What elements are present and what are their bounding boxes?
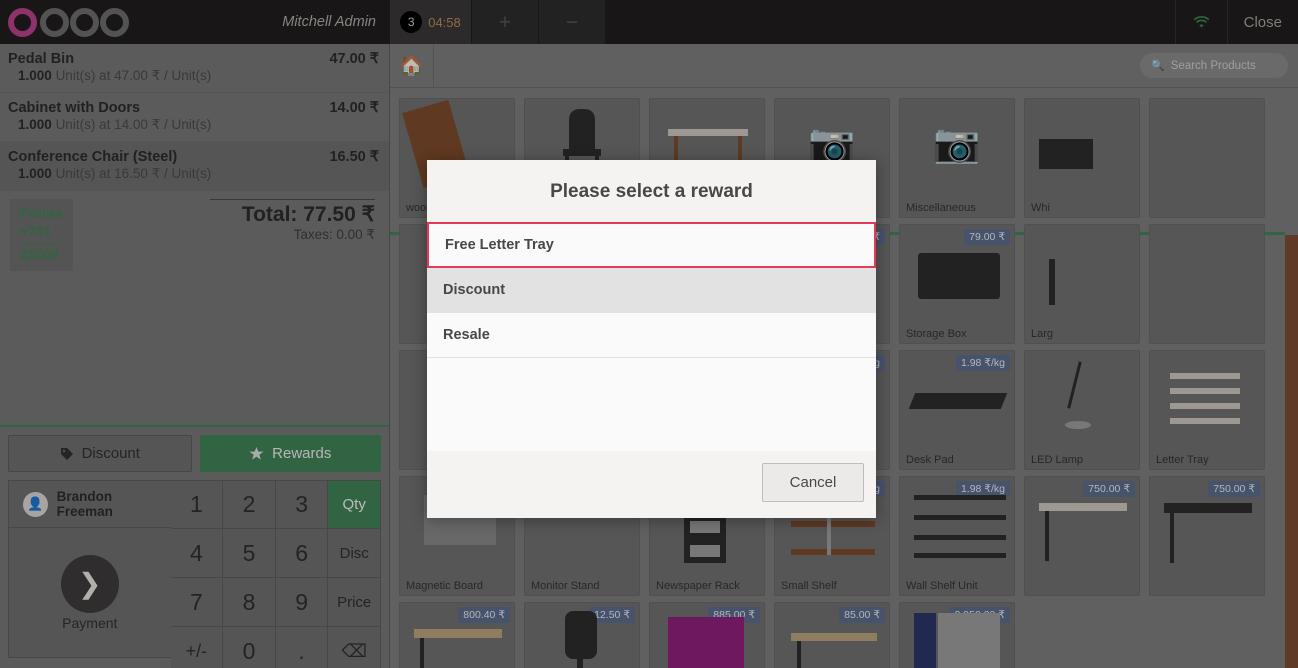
pos-app: Mitchell Admin 3 04:58 + − Close Pedal B… [0,0,1298,668]
reward-label: Free Letter Tray [445,237,554,253]
reward-option-discount[interactable]: Discount [427,268,876,313]
dialog-title: Please select a reward [550,181,753,202]
cancel-label: Cancel [789,474,837,491]
dialog-footer: Cancel [427,451,876,518]
reward-label: Discount [443,282,506,298]
cancel-button[interactable]: Cancel [762,463,864,502]
reward-option-resale[interactable]: Resale [427,313,876,358]
reward-option-free-letter-tray[interactable]: Free Letter Tray [427,222,876,268]
reward-label: Resale [443,327,490,343]
reward-list: Free Letter Tray Discount Resale [427,222,876,451]
reward-selection-dialog: Please select a reward Free Letter Tray … [427,160,876,518]
